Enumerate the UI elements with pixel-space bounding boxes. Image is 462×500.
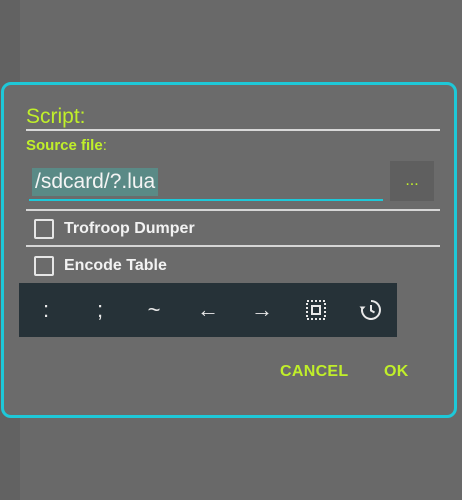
checkbox-trofroop-dumper[interactable]	[34, 219, 54, 239]
select-all-icon[interactable]	[289, 283, 343, 337]
source-file-label: Source file:	[26, 137, 107, 154]
colon-key[interactable]: :	[19, 283, 73, 337]
cancel-button[interactable]: CANCEL	[280, 363, 348, 381]
history-icon[interactable]	[343, 283, 397, 337]
option-encode-table[interactable]: Encode Table	[34, 254, 167, 278]
shortcut-key-bar: : ; ~ ← →	[19, 283, 397, 337]
divider	[26, 245, 440, 247]
option-label: Encode Table	[64, 257, 167, 274]
script-dialog: Script: Source file: /sdcard/?.lua ... T…	[1, 82, 457, 418]
ok-button[interactable]: OK	[384, 363, 409, 381]
option-trofroop-dumper[interactable]: Trofroop Dumper	[34, 217, 195, 241]
option-label: Trofroop Dumper	[64, 220, 195, 237]
semicolon-key[interactable]: ;	[73, 283, 127, 337]
title-divider	[26, 129, 440, 131]
divider	[26, 209, 440, 211]
source-file-label-text: Source file	[26, 137, 103, 154]
source-file-label-colon: :	[102, 137, 107, 154]
dialog-title: Script:	[26, 105, 86, 128]
tilde-key[interactable]: ~	[127, 283, 181, 337]
source-path-value: /sdcard/?.lua	[32, 168, 159, 196]
browse-button[interactable]: ...	[390, 161, 434, 201]
arrow-right-icon[interactable]: →	[235, 283, 289, 337]
arrow-left-icon[interactable]: ←	[181, 283, 235, 337]
checkbox-encode-table[interactable]	[34, 256, 54, 276]
source-path-input[interactable]: /sdcard/?.lua	[29, 165, 383, 201]
